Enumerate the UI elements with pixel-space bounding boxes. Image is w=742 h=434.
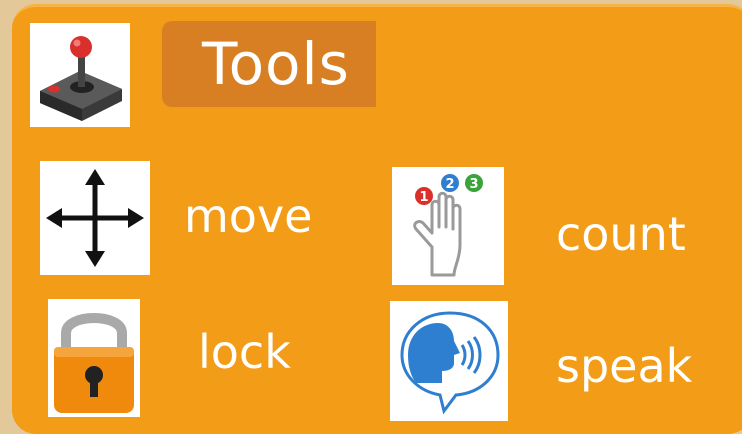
count-hand-icon[interactable]: 1 2 3 [392,167,504,285]
move-label[interactable]: move [184,189,312,243]
tools-panel: Tools move 1 2 3 count lock speak [12,4,742,434]
count-label[interactable]: count [556,207,686,261]
move-arrows-icon[interactable] [40,161,150,275]
svg-text:1: 1 [419,190,428,205]
svg-text:2: 2 [445,177,454,192]
speaking-head-icon[interactable] [390,301,508,421]
joystick-icon [30,23,130,127]
lock-label[interactable]: lock [198,325,291,379]
padlock-icon[interactable] [48,299,140,417]
svg-text:3: 3 [469,177,478,192]
speak-label[interactable]: speak [556,339,692,393]
page-title: Tools [202,30,350,98]
